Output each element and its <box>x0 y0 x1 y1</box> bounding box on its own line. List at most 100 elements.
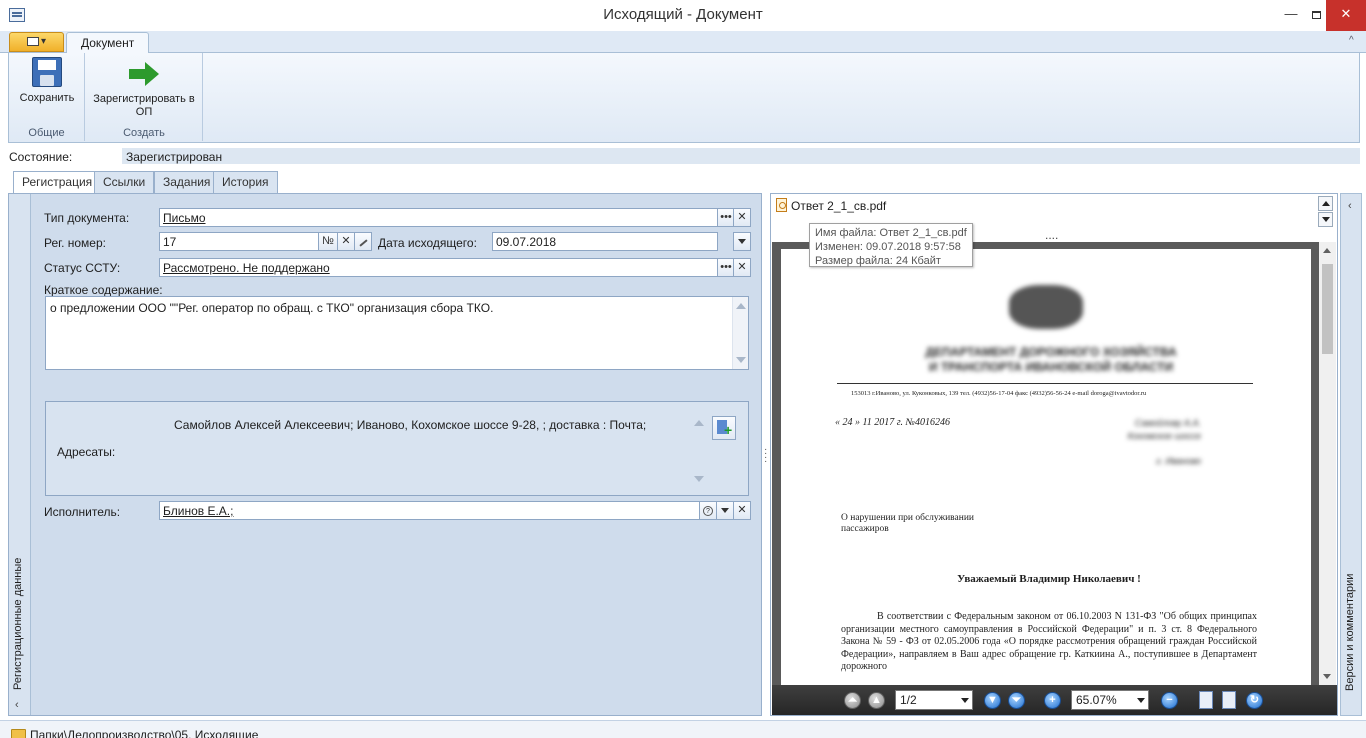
executor-field[interactable]: Блинов Е.А.; <box>159 501 700 520</box>
attachment-scroll[interactable] <box>1318 196 1334 228</box>
ribbon-tab-bar: ▾ Документ ^ <box>0 31 1366 54</box>
folder-icon <box>11 729 26 738</box>
pdf-page-area[interactable]: ДЕПАРТАМЕНТ ДОРОЖНОГО ХОЗЯЙСТВА И ТРАНСП… <box>772 242 1320 685</box>
chevron-down-icon <box>738 239 746 244</box>
windows-activation-watermark: йдите в <box>1188 666 1238 682</box>
zoom-out-icon[interactable]: − <box>1161 692 1178 709</box>
ribbon: Сохранить Общие Зарегистрировать в ОП Со… <box>8 53 1360 143</box>
next-page-icon[interactable]: ▼ <box>984 692 1001 709</box>
recipient-line3: г. Иваново <box>1156 456 1201 466</box>
green-arrow-icon <box>127 61 161 87</box>
chevron-left-icon[interactable]: ‹ <box>1348 200 1352 212</box>
scroll-down-icon[interactable] <box>1318 212 1333 227</box>
last-page-icon[interactable]: ⏷ <box>1008 692 1025 709</box>
registration-side-label: Регистрационные данные <box>12 557 24 691</box>
executor-label: Исполнитель: <box>44 505 121 519</box>
panel-splitter[interactable]: · · · · <box>764 445 768 467</box>
register-button-label: Зарегистрировать в ОП <box>93 93 195 118</box>
reg-number-assign-button[interactable]: № <box>318 232 338 251</box>
document-recipient-city: г. Иваново <box>1071 455 1201 468</box>
date-dropdown-button[interactable] <box>733 232 751 251</box>
ribbon-group-title: Общие <box>28 127 65 139</box>
subject-line1: О нарушении при обслуживании <box>841 513 975 523</box>
scrollbar-thumb[interactable] <box>1322 264 1333 354</box>
scroll-up-icon[interactable] <box>1318 196 1333 211</box>
floppy-disk-icon <box>32 57 62 87</box>
summary-textarea[interactable]: о предложении ООО ""Рег. оператор по обр… <box>45 296 749 370</box>
file-tooltip: Имя файла: Ответ 2_1_св.pdf Изменен: 09.… <box>809 223 973 267</box>
zoom-value: 65.07% <box>1076 693 1117 707</box>
register-button[interactable]: Зарегистрировать в ОП <box>92 57 196 119</box>
tab-tasks[interactable]: Задания <box>154 171 220 193</box>
document-header-line1: ДЕПАРТАМЕНТ ДОРОЖНОГО ХОЗЯЙСТВА <box>925 345 1177 359</box>
addressees-value[interactable]: Самойлов Алексей Алексеевич; Иваново, Ко… <box>174 418 646 432</box>
document-header-line2: И ТРАНСПОРТА ИВАНОВСКОЙ ОБЛАСТИ <box>928 360 1174 374</box>
chevron-left-icon[interactable]: ‹ <box>15 699 19 711</box>
sstu-clear-button[interactable]: ✕ <box>733 258 751 277</box>
doc-type-field[interactable]: Письмо <box>159 208 718 227</box>
coat-of-arms-image <box>1009 285 1083 329</box>
footer-bar: Папки\Делопроизводство\05. Исходящие <box>0 720 1366 738</box>
save-button[interactable]: Сохранить <box>13 57 81 105</box>
pdf-vertical-scrollbar[interactable] <box>1319 242 1336 685</box>
doc-type-clear-button[interactable]: ✕ <box>733 208 751 227</box>
ribbon-tab-document[interactable]: Документ <box>66 32 150 54</box>
sstu-status-field[interactable]: Рассмотрено. Не поддержано <box>159 258 718 277</box>
tab-registration[interactable]: Регистрация <box>13 171 102 194</box>
first-page-icon[interactable]: ⏶ <box>844 692 861 709</box>
attachment-file-name[interactable]: Ответ 2_1_св.pdf <box>791 199 886 213</box>
pdf-toolbar: ⏶ ▲ 1/2 ▼ ⏷ + 65.07% − ↻ <box>772 685 1337 715</box>
tab-history[interactable]: История <box>213 171 278 193</box>
zoom-select[interactable]: 65.07% <box>1071 690 1149 710</box>
tooltip-file-size: Размер файла: 24 Кбайт <box>815 255 941 267</box>
document-date-line: « 24 » 11 2017 г. №4016246 <box>835 417 950 428</box>
registration-panel: Регистрационные данные ‹ Тип документа: … <box>8 193 762 716</box>
reg-number-clear-button[interactable]: ✕ <box>337 232 355 251</box>
page-number-select[interactable]: 1/2 <box>895 690 973 710</box>
help-circle-icon: ? <box>703 506 713 516</box>
app-menu-button[interactable]: ▾ <box>9 32 64 52</box>
document-subject: О нарушении при обслуживании пассажиров <box>841 513 974 535</box>
summary-text: о предложении ООО ""Рег. оператор по обр… <box>50 301 494 315</box>
more-attachments-icon[interactable]: .... <box>1045 228 1058 242</box>
subject-line2: пассажиров <box>841 524 889 534</box>
versions-side-strip[interactable]: ‹ Версии и комментарии <box>1340 193 1362 716</box>
executor-help-button[interactable]: ? <box>699 501 717 520</box>
pdf-page: ДЕПАРТАМЕНТ ДОРОЖНОГО ХОЗЯЙСТВА И ТРАНСП… <box>781 249 1311 685</box>
executor-dropdown-button[interactable] <box>716 501 734 520</box>
addressees-scrollbar[interactable] <box>692 416 706 486</box>
pdf-viewer-panel: Ответ 2_1_св.pdf ДЕПАРТАМЕНТ ДОРОЖНОГО Х… <box>770 193 1338 716</box>
document-header: ДЕПАРТАМЕНТ ДОРОЖНОГО ХОЗЯЙСТВА И ТРАНСП… <box>861 345 1241 375</box>
save-button-label: Сохранить <box>19 92 75 104</box>
recipient-line2: Кохомское шоссе <box>1127 431 1201 441</box>
maximize-icon <box>1311 10 1321 19</box>
document-address: 153013 г.Иваново, ул. Куконковых, 139 те… <box>851 390 1147 397</box>
document-recipient: Самойлову А.А. Кохомское шоссе <box>1081 417 1201 443</box>
previous-page-icon[interactable]: ▲ <box>868 692 885 709</box>
title-bar: Исходящий - Документ — ✕ <box>0 0 1366 31</box>
tab-links[interactable]: Ссылки <box>94 171 155 193</box>
state-value: Зарегистрирован <box>122 148 1360 164</box>
fit-width-icon[interactable] <box>1222 691 1236 709</box>
reg-number-edit-button[interactable] <box>354 232 372 251</box>
ribbon-collapse-button[interactable]: ^ <box>1349 35 1354 46</box>
reg-number-field[interactable]: 17 <box>159 232 319 251</box>
app-menu-icon <box>26 36 39 46</box>
document-salutation: Уважаемый Владимир Николаевич ! <box>957 573 1141 585</box>
folder-path[interactable]: Папки\Делопроизводство\05. Исходящие <box>30 728 258 738</box>
add-addressee-button[interactable] <box>712 416 736 440</box>
fit-page-icon[interactable] <box>1199 691 1213 709</box>
zoom-in-icon[interactable]: + <box>1044 692 1061 709</box>
recipient-line1: Самойлову А.А. <box>1134 418 1201 428</box>
addressees-box: Самойлов Алексей Алексеевич; Иваново, Ко… <box>45 401 749 496</box>
rotate-icon[interactable]: ↻ <box>1246 692 1263 709</box>
registration-side-strip[interactable]: Регистрационные данные ‹ <box>9 194 31 715</box>
window-title: Исходящий - Документ <box>603 6 763 23</box>
addressees-label: Адресаты: <box>57 445 116 459</box>
close-button[interactable]: ✕ <box>1326 0 1366 31</box>
executor-clear-button[interactable]: ✕ <box>733 501 751 520</box>
summary-scrollbar[interactable] <box>732 297 748 369</box>
pen-icon <box>358 239 368 247</box>
attachment-bar: Ответ 2_1_св.pdf <box>771 194 1337 227</box>
outgoing-date-field[interactable]: 09.07.2018 <box>492 232 718 251</box>
